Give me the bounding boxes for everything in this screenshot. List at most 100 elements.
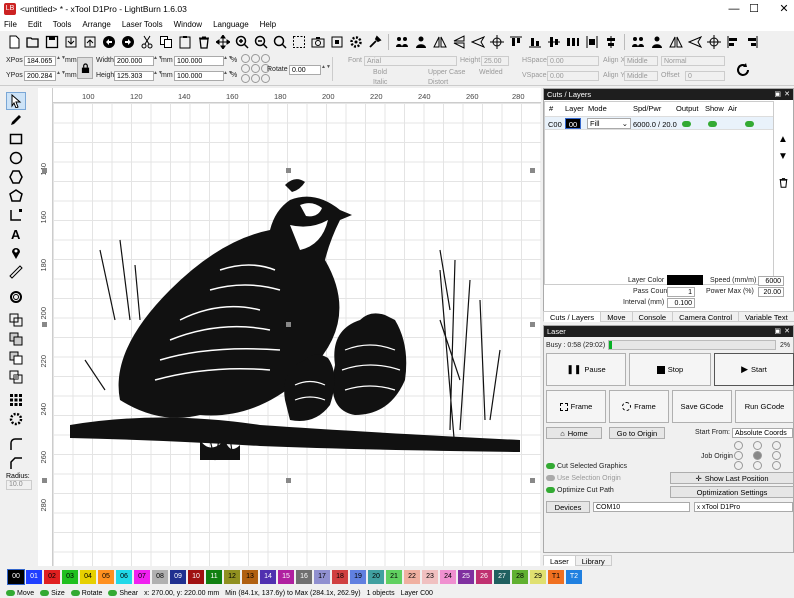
interval-input[interactable]: 0.100 <box>667 298 695 308</box>
selection-handle[interactable] <box>530 478 535 483</box>
air-toggle[interactable] <box>745 121 754 127</box>
menu-file[interactable]: File <box>4 20 17 29</box>
job-origin-dot[interactable] <box>772 451 781 460</box>
align-y-select[interactable]: Middle <box>624 71 658 81</box>
palette-swatch-08[interactable]: 08 <box>152 570 168 584</box>
move-toggle[interactable]: Move <box>6 590 34 597</box>
weld-shapes-icon[interactable] <box>6 311 26 329</box>
xpos-spinner[interactable]: ▲▼ <box>56 56 66 66</box>
edit-nodes-pencil-icon[interactable] <box>6 111 26 129</box>
layer-row[interactable]: C00 00 Fill ⌄ 6000.0 / 20.0 <box>545 116 773 130</box>
speed-input[interactable]: 6000 <box>758 276 784 286</box>
scale-height-input[interactable]: 100.000 <box>174 71 224 81</box>
flip-vertical-icon[interactable] <box>451 34 467 50</box>
align-left-icon[interactable] <box>725 34 741 50</box>
pass-count-input[interactable]: 1 <box>667 287 695 297</box>
align-right-icon[interactable] <box>744 34 760 50</box>
tab-variable-text[interactable]: Variable Text <box>738 311 794 322</box>
space-icon[interactable] <box>603 34 619 50</box>
panel-close-icon[interactable]: ✕ <box>784 326 790 337</box>
start-button[interactable]: ▶ Start <box>714 353 794 386</box>
layer-color-swatch[interactable] <box>667 275 703 285</box>
rotate-spinner[interactable]: ▲▼ <box>321 65 331 75</box>
zoom-selection-icon[interactable] <box>291 34 307 50</box>
use-selection-origin-toggle[interactable]: Use Selection Origin <box>546 475 621 482</box>
menu-tools[interactable]: Tools <box>53 20 72 29</box>
export-icon[interactable] <box>82 34 98 50</box>
position-laser-pin-icon[interactable] <box>6 244 26 262</box>
grid-array-icon[interactable] <box>6 391 26 409</box>
zoom-in-icon[interactable] <box>234 34 250 50</box>
palette-swatch-12[interactable]: 12 <box>224 570 240 584</box>
palette-swatch-15[interactable]: 15 <box>278 570 294 584</box>
cut-icon[interactable] <box>139 34 155 50</box>
send-icon[interactable] <box>687 34 703 50</box>
group-icon[interactable] <box>394 34 410 50</box>
palette-swatch-01[interactable]: 01 <box>26 570 42 584</box>
paste-icon[interactable] <box>177 34 193 50</box>
devices-button[interactable]: Devices <box>546 501 590 513</box>
polygon-tool-icon[interactable] <box>6 168 26 186</box>
menu-arrange[interactable]: Arrange <box>82 20 110 29</box>
selection-handle[interactable] <box>286 168 291 173</box>
palette-swatch-06[interactable]: 06 <box>116 570 132 584</box>
tab-move[interactable]: Move <box>600 311 633 322</box>
home-button[interactable]: ⌂ Home <box>546 427 602 439</box>
palette-swatch-26[interactable]: 26 <box>476 570 492 584</box>
palette-swatch-13[interactable]: 13 <box>242 570 258 584</box>
palette-swatch-02[interactable]: 02 <box>44 570 60 584</box>
job-origin-dot[interactable] <box>753 441 762 450</box>
height-input[interactable]: 125.303 <box>114 71 154 81</box>
undo-icon[interactable] <box>101 34 117 50</box>
palette-swatch-16[interactable]: 16 <box>296 570 312 584</box>
settings-gear-icon[interactable] <box>348 34 364 50</box>
target-icon[interactable] <box>706 34 722 50</box>
font-select[interactable]: Arial <box>364 56 457 66</box>
circular-array-icon[interactable] <box>6 410 26 428</box>
start-from-select[interactable]: Absolute Coords <box>732 428 793 438</box>
job-origin-dot[interactable] <box>734 441 743 450</box>
palette-swatch-20[interactable]: 20 <box>368 570 384 584</box>
selection-handle[interactable] <box>286 478 291 483</box>
job-origin-dot[interactable] <box>734 461 743 470</box>
palette-swatch-09[interactable]: 09 <box>170 570 186 584</box>
measure-ruler-icon[interactable] <box>6 263 26 281</box>
zoom-fit-icon[interactable] <box>272 34 288 50</box>
boolean-subtract-icon[interactable] <box>6 349 26 367</box>
offset-input[interactable]: 0 <box>685 71 725 81</box>
cut-selected-toggle[interactable]: Cut Selected Graphics <box>546 463 627 470</box>
menu-edit[interactable]: Edit <box>28 20 42 29</box>
palette-swatch-14[interactable]: 14 <box>260 570 276 584</box>
palette-swatch-21[interactable]: 21 <box>386 570 402 584</box>
delete-icon[interactable] <box>196 34 212 50</box>
stop-button[interactable]: Stop <box>629 353 711 386</box>
text-refresh-icon[interactable] <box>734 61 752 79</box>
frame-circle-button[interactable]: Frame <box>609 390 669 423</box>
text-tool-icon[interactable]: A <box>6 225 26 243</box>
optimization-settings-button[interactable]: Optimization Settings <box>670 486 794 498</box>
distribute-v-icon[interactable] <box>584 34 600 50</box>
distribute-h-icon[interactable] <box>565 34 581 50</box>
device-select[interactable]: x xTool D1Pro <box>694 502 793 512</box>
chamfer-icon[interactable] <box>6 454 26 472</box>
go-to-origin-button[interactable]: Go to Origin <box>609 427 665 439</box>
rotate-input[interactable]: 0.00 <box>289 65 321 75</box>
pentagon-tool-icon[interactable] <box>6 187 26 205</box>
ypos-input[interactable]: 200.284 <box>24 71 56 81</box>
menu-laser-tools[interactable]: Laser Tools <box>122 20 163 29</box>
ellipse-tool-icon[interactable] <box>6 149 26 167</box>
hspace-input[interactable]: 0.00 <box>547 56 599 66</box>
palette-swatch-28[interactable]: 28 <box>512 570 528 584</box>
distort-checkbox[interactable]: Distort <box>428 79 448 86</box>
xpos-input[interactable]: 184.065 <box>24 56 56 66</box>
palette-swatch-27[interactable]: 27 <box>494 570 510 584</box>
selection-handle[interactable] <box>286 322 291 327</box>
job-origin-dot[interactable] <box>772 461 781 470</box>
selection-handle[interactable] <box>42 322 47 327</box>
bold-checkbox[interactable]: Bold <box>373 69 387 76</box>
flip-horizontal-icon[interactable] <box>432 34 448 50</box>
layer-mode-select[interactable]: Fill ⌄ <box>587 118 631 129</box>
palette-swatch-23[interactable]: 23 <box>422 570 438 584</box>
palette-swatch-t1[interactable]: T1 <box>548 570 564 584</box>
scale-height-spinner[interactable]: ▲▼ <box>223 71 233 81</box>
